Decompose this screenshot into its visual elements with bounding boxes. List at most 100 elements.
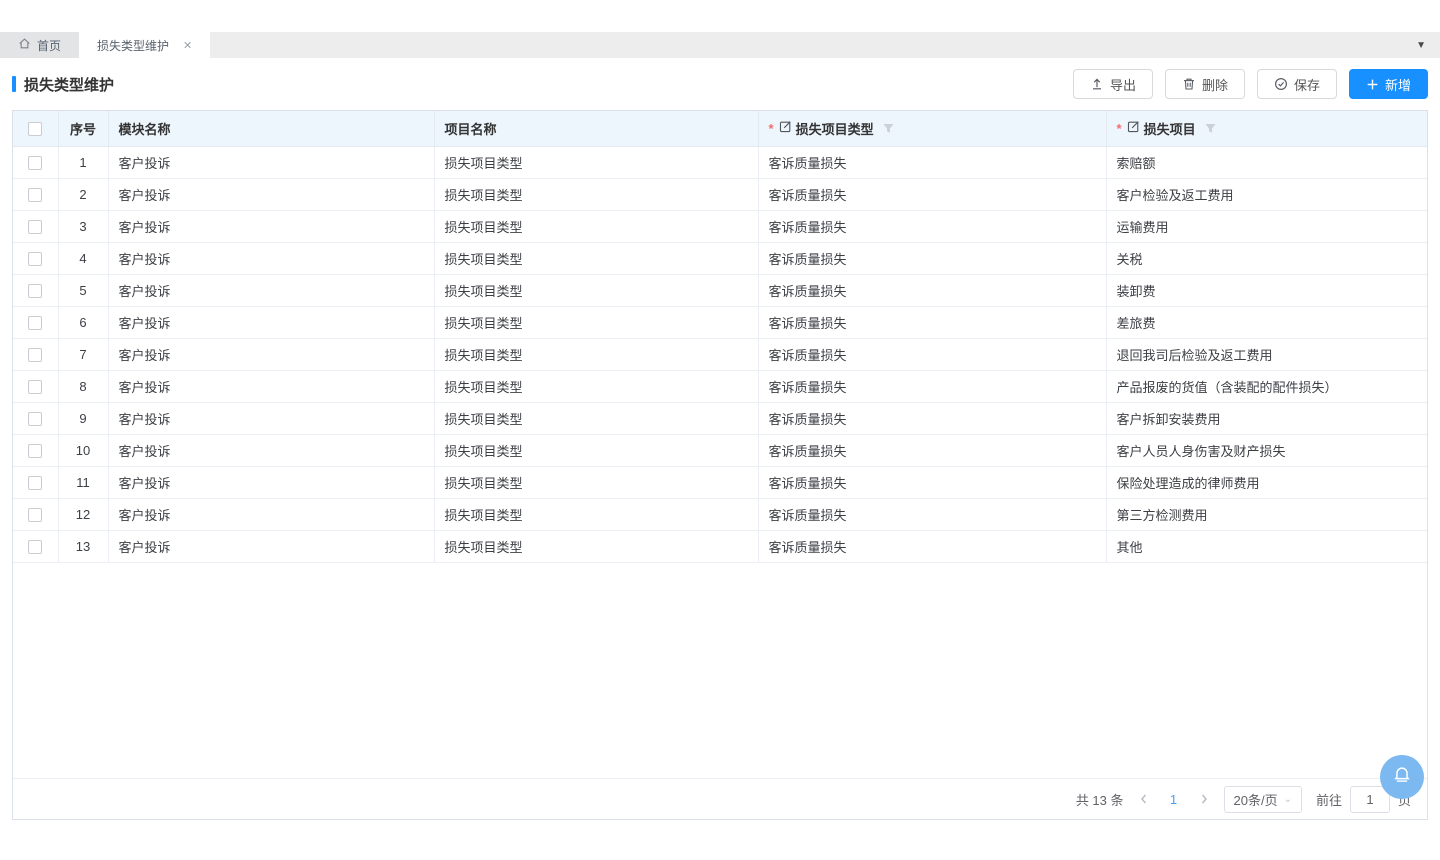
- add-button[interactable]: 新增: [1349, 69, 1428, 99]
- table-header: 序号 模块名称 项目名称 * 损失项目类型: [13, 111, 1427, 146]
- cell-loss-item: 产品报废的货值（含装配的配件损失）: [1106, 370, 1427, 402]
- save-button[interactable]: 保存: [1257, 69, 1337, 99]
- row-checkbox[interactable]: [28, 540, 42, 554]
- cell-module: 客户投诉: [108, 306, 434, 338]
- cell-project: 损失项目类型: [434, 306, 758, 338]
- cell-project: 损失项目类型: [434, 242, 758, 274]
- plus-icon: [1366, 78, 1379, 91]
- required-marker: *: [769, 121, 774, 136]
- table-row[interactable]: 9 客户投诉 损失项目类型 客诉质量损失 客户拆卸安装费用: [13, 402, 1427, 434]
- tab-loss-type-maintenance[interactable]: 损失类型维护 ✕: [79, 32, 210, 58]
- row-checkbox[interactable]: [28, 252, 42, 266]
- delete-button-label: 删除: [1202, 75, 1228, 94]
- cell-loss-item: 装卸费: [1106, 274, 1427, 306]
- toolbar: 导出 删除 保存 新增: [1073, 69, 1428, 99]
- cell-index: 8: [58, 370, 108, 402]
- tab-home-label: 首页: [37, 37, 61, 54]
- cell-module: 客户投诉: [108, 530, 434, 562]
- cell-module: 客户投诉: [108, 434, 434, 466]
- cell-loss-type: 客诉质量损失: [758, 402, 1106, 434]
- cell-project: 损失项目类型: [434, 370, 758, 402]
- cell-project: 损失项目类型: [434, 530, 758, 562]
- table-row[interactable]: 3 客户投诉 损失项目类型 客诉质量损失 运输费用: [13, 210, 1427, 242]
- table-row[interactable]: 11 客户投诉 损失项目类型 客诉质量损失 保险处理造成的律师费用: [13, 466, 1427, 498]
- required-marker: *: [1117, 121, 1122, 136]
- cell-loss-item: 其他: [1106, 530, 1427, 562]
- tab-list-dropdown[interactable]: ▼: [1402, 32, 1440, 58]
- caret-down-icon: ▼: [1416, 40, 1426, 51]
- cell-index: 3: [58, 210, 108, 242]
- row-checkbox[interactable]: [28, 156, 42, 170]
- table-row[interactable]: 13 客户投诉 损失项目类型 客诉质量损失 其他: [13, 530, 1427, 562]
- cell-loss-item: 客户拆卸安装费用: [1106, 402, 1427, 434]
- row-checkbox[interactable]: [28, 380, 42, 394]
- tab-home[interactable]: 首页: [0, 32, 79, 58]
- filter-funnel-icon[interactable]: [1204, 122, 1217, 135]
- row-checkbox[interactable]: [28, 444, 42, 458]
- row-checkbox[interactable]: [28, 348, 42, 362]
- cell-index: 12: [58, 498, 108, 530]
- row-checkbox[interactable]: [28, 316, 42, 330]
- cell-loss-type: 客诉质量损失: [758, 146, 1106, 178]
- cell-loss-item: 客户人员人身伤害及财产损失: [1106, 434, 1427, 466]
- col-header-project: 项目名称: [434, 111, 758, 146]
- cell-loss-type: 客诉质量损失: [758, 466, 1106, 498]
- cell-loss-type: 客诉质量损失: [758, 370, 1106, 402]
- edit-pen-icon: [779, 120, 792, 136]
- cell-loss-item: 运输费用: [1106, 210, 1427, 242]
- select-all-checkbox[interactable]: [28, 122, 42, 136]
- table-row[interactable]: 4 客户投诉 损失项目类型 客诉质量损失 关税: [13, 242, 1427, 274]
- next-page-button[interactable]: [1198, 793, 1210, 805]
- row-checkbox[interactable]: [28, 220, 42, 234]
- cell-loss-type: 客诉质量损失: [758, 530, 1106, 562]
- cell-project: 损失项目类型: [434, 434, 758, 466]
- page-size-select[interactable]: 20条/页 ⌄: [1224, 786, 1302, 813]
- cell-loss-item: 关税: [1106, 242, 1427, 274]
- cell-project: 损失项目类型: [434, 402, 758, 434]
- cell-loss-type: 客诉质量损失: [758, 306, 1106, 338]
- cell-loss-item: 第三方检测费用: [1106, 498, 1427, 530]
- home-icon: [18, 37, 31, 53]
- data-grid: 序号 模块名称 项目名称 * 损失项目类型: [13, 111, 1427, 563]
- row-checkbox[interactable]: [28, 508, 42, 522]
- check-circle-icon: [1274, 77, 1288, 91]
- cell-module: 客户投诉: [108, 370, 434, 402]
- export-button[interactable]: 导出: [1073, 69, 1153, 99]
- row-checkbox[interactable]: [28, 188, 42, 202]
- cell-module: 客户投诉: [108, 466, 434, 498]
- table-row[interactable]: 8 客户投诉 损失项目类型 客诉质量损失 产品报废的货值（含装配的配件损失）: [13, 370, 1427, 402]
- total-count: 共 13 条: [1076, 790, 1124, 809]
- table-row[interactable]: 2 客户投诉 损失项目类型 客诉质量损失 客户检验及返工费用: [13, 178, 1427, 210]
- filter-funnel-icon[interactable]: [882, 122, 895, 135]
- cell-project: 损失项目类型: [434, 466, 758, 498]
- cell-index: 1: [58, 146, 108, 178]
- delete-button[interactable]: 删除: [1165, 69, 1245, 99]
- cell-index: 10: [58, 434, 108, 466]
- table-row[interactable]: 12 客户投诉 损失项目类型 客诉质量损失 第三方检测费用: [13, 498, 1427, 530]
- cell-module: 客户投诉: [108, 178, 434, 210]
- prev-page-button[interactable]: [1138, 793, 1150, 805]
- row-checkbox[interactable]: [28, 284, 42, 298]
- cell-module: 客户投诉: [108, 210, 434, 242]
- cell-module: 客户投诉: [108, 338, 434, 370]
- table-row[interactable]: 10 客户投诉 损失项目类型 客诉质量损失 客户人员人身伤害及财产损失: [13, 434, 1427, 466]
- close-icon[interactable]: ✕: [183, 39, 192, 52]
- title-accent-bar: [12, 76, 16, 92]
- row-checkbox[interactable]: [28, 412, 42, 426]
- table-row[interactable]: 5 客户投诉 损失项目类型 客诉质量损失 装卸费: [13, 274, 1427, 306]
- current-page[interactable]: 1: [1164, 792, 1184, 807]
- cell-loss-item: 客户检验及返工费用: [1106, 178, 1427, 210]
- save-button-label: 保存: [1294, 75, 1320, 94]
- page-title-text: 损失类型维护: [24, 74, 114, 95]
- cell-loss-type: 客诉质量损失: [758, 274, 1106, 306]
- row-checkbox[interactable]: [28, 476, 42, 490]
- table-body: 1 客户投诉 损失项目类型 客诉质量损失 索赔额 2 客户投诉 损失项目类型 客…: [13, 146, 1427, 562]
- table-row[interactable]: 1 客户投诉 损失项目类型 客诉质量损失 索赔额: [13, 146, 1427, 178]
- table-row[interactable]: 7 客户投诉 损失项目类型 客诉质量损失 退回我司后检验及返工费用: [13, 338, 1427, 370]
- cell-loss-type: 客诉质量损失: [758, 178, 1106, 210]
- table-row[interactable]: 6 客户投诉 损失项目类型 客诉质量损失 差旅费: [13, 306, 1427, 338]
- cell-project: 损失项目类型: [434, 274, 758, 306]
- notification-fab[interactable]: [1380, 755, 1424, 799]
- pagination-bar: 共 13 条 1 20条/页 ⌄ 前往 页: [13, 778, 1427, 819]
- col-header-loss-item: * 损失项目: [1106, 111, 1427, 146]
